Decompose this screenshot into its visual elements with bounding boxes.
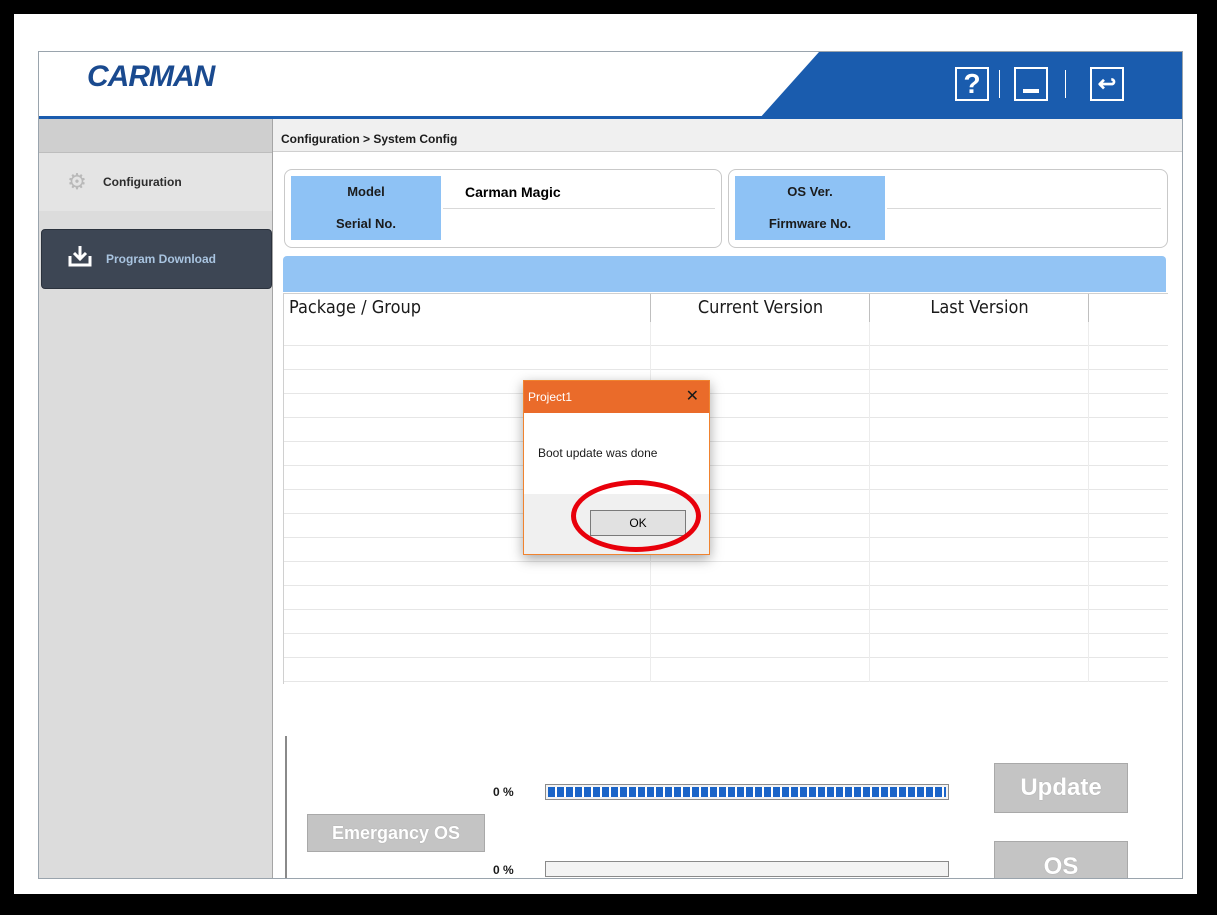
column-header-current-version: Current Version: [650, 294, 870, 322]
gear-icon: ⚙: [67, 169, 87, 194]
back-icon: ↩: [1097, 71, 1117, 96]
header-separator: [1065, 70, 1066, 98]
breadcrumb: Configuration > System Config: [273, 119, 1182, 152]
progress-percent-1: 0 %: [493, 785, 514, 799]
package-table: Package / Group Current Version Last Ver…: [283, 293, 1168, 684]
help-icon: ?: [963, 68, 981, 99]
dialog-title: Project1: [528, 390, 573, 404]
progress-percent-2: 0 %: [493, 863, 514, 877]
firmware-label: Firmware No.: [735, 208, 885, 240]
serial-label: Serial No.: [291, 208, 441, 240]
sidebar-item-label: Configuration: [103, 175, 182, 189]
sidebar-item-label: Program Download: [106, 252, 217, 266]
os-version-label: OS Ver.: [735, 176, 885, 208]
table-title-bar: [283, 256, 1166, 292]
back-button[interactable]: ↩: [1090, 67, 1124, 101]
model-label: Model: [291, 176, 441, 208]
column-header-last-version: Last Version: [869, 294, 1089, 322]
main-content: Configuration > System Config Model Carm…: [273, 119, 1182, 878]
device-info-panel: Model Carman Magic Serial No.: [284, 169, 722, 248]
progress-bar-2: [545, 861, 949, 877]
column-header-package: Package / Group: [289, 297, 422, 318]
sidebar: ⚙ Configuration Program Download: [39, 119, 273, 878]
app-header: CARMAN ? ↩: [39, 52, 1182, 119]
minimize-button[interactable]: [1014, 67, 1048, 101]
column-header-extra: [1088, 294, 1169, 322]
progress-bar-1: [545, 784, 949, 800]
update-button[interactable]: Update: [994, 763, 1128, 813]
sidebar-top: [39, 119, 272, 153]
row-divider: [887, 208, 1161, 209]
row-divider: [443, 208, 715, 209]
os-button[interactable]: OS: [994, 841, 1128, 878]
emergency-os-button[interactable]: Emergancy OS: [307, 814, 485, 852]
model-value: Carman Magic: [465, 184, 561, 200]
progress-fill-1: [548, 787, 946, 797]
column-divider: [1088, 322, 1089, 682]
highlight-circle: [571, 480, 701, 552]
header-separator: [999, 70, 1000, 98]
version-info-panel: OS Ver. Firmware No.: [728, 169, 1168, 248]
help-button[interactable]: ?: [955, 67, 989, 101]
dialog-message: Boot update was done: [538, 446, 658, 460]
minimize-icon: [1023, 89, 1039, 93]
sidebar-item-program-download[interactable]: Program Download: [41, 229, 272, 289]
table-header: Package / Group Current Version Last Ver…: [284, 293, 1168, 323]
download-icon: [60, 245, 100, 273]
close-icon[interactable]: ✕: [686, 381, 699, 413]
dialog-title-bar: Project1 ✕: [524, 381, 709, 413]
column-divider: [869, 322, 870, 682]
download-panel: 0 % Emergancy OS 0 % Update OS: [285, 736, 1168, 878]
sidebar-item-configuration[interactable]: ⚙ Configuration: [39, 153, 272, 211]
carman-logo: CARMAN: [87, 60, 215, 93]
table-rows[interactable]: [284, 322, 1168, 682]
